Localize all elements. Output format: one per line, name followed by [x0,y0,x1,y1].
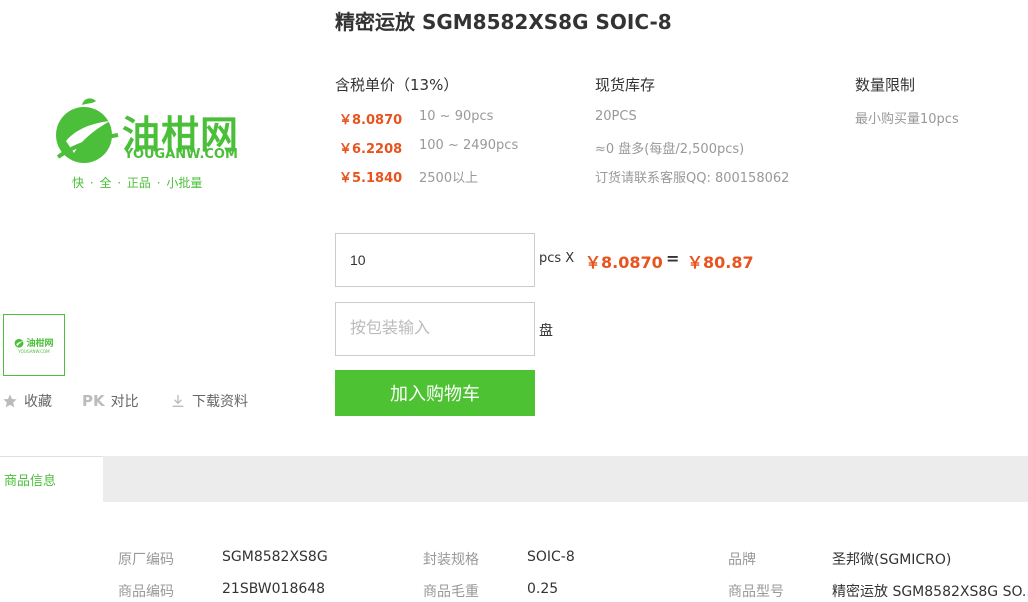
total-price: ￥80.87 [687,253,754,272]
compare-label: 对比 [110,394,139,410]
spec-value: 0.25 [527,581,559,597]
detail-tab-bar [0,456,1028,502]
price-header: 含税单价（13%） [335,76,459,94]
spec-label: 品牌 [728,552,756,568]
stock-line: 订货请联系客服QQ: 800158062 [595,171,790,186]
tab-product-info[interactable]: 商品信息 [0,456,103,502]
spec-label: 原厂编码 [118,552,174,568]
tier-range: 2500以上 [419,171,479,186]
pcs-multiplier-label: pcs X [539,251,575,266]
stock-line: 20PCS [595,109,637,124]
pack-unit-label: 盘 [539,323,553,339]
logo-name-en: YOUGANW.COM [124,147,238,162]
unit-price: ￥8.0870 [585,253,663,272]
equals-sign: = [666,249,680,268]
thumbnail-name-cn: 油柑网 [26,339,54,349]
tier-price: ￥8.0870 [339,113,403,128]
product-thumbnail[interactable]: 油柑网 YOUGANW.COM [3,314,65,376]
spec-label: 商品型号 [728,584,784,600]
favorite-action[interactable]: 收藏 [2,391,52,411]
spec-value: 圣邦微(SGMICRO) [832,552,952,568]
spec-value: 精密运放 SGM8582XS8G SO... [832,584,1028,600]
tier-range: 10 ~ 90pcs [419,109,494,124]
spec-label: 封装规格 [423,552,479,568]
favorite-label: 收藏 [24,394,52,410]
apple-logo-icon [56,98,119,163]
stock-line: ≈0 盘多(每盘/2,500pcs) [595,142,745,157]
spec-label: 商品编码 [118,584,174,600]
logo-slogan: 快 · 全 · 正品 · 小批量 [72,176,203,190]
quantity-input[interactable] [335,233,535,287]
tier-range: 100 ~ 2490pcs [419,138,519,153]
star-icon [3,394,17,408]
product-title: 精密运放 SGM8582XS8G SOIC-8 [335,10,672,34]
spec-value: 21SBW018648 [222,581,326,597]
limit-header: 数量限制 [855,76,916,94]
spec-value: SGM8582XS8G [222,549,328,565]
download-action[interactable]: 下载资料 [170,391,248,411]
stock-header: 现货库存 [595,76,656,94]
limit-text: 最小购买量10pcs [855,112,959,127]
add-to-cart-button[interactable]: 加入购物车 [335,370,535,416]
spec-label: 商品毛重 [423,584,479,600]
compare-action[interactable]: PK 对比 [82,391,139,411]
apple-logo-icon [15,338,24,348]
pk-icon: PK [82,392,105,410]
tier-price: ￥5.1840 [339,171,403,186]
pack-quantity-input[interactable] [335,302,535,356]
download-icon [172,395,184,407]
tier-price: ￥6.2208 [339,142,403,157]
thumbnail-name-en: YOUGANW.COM [18,349,50,354]
spec-value: SOIC-8 [527,549,575,565]
download-label: 下载资料 [192,394,248,410]
